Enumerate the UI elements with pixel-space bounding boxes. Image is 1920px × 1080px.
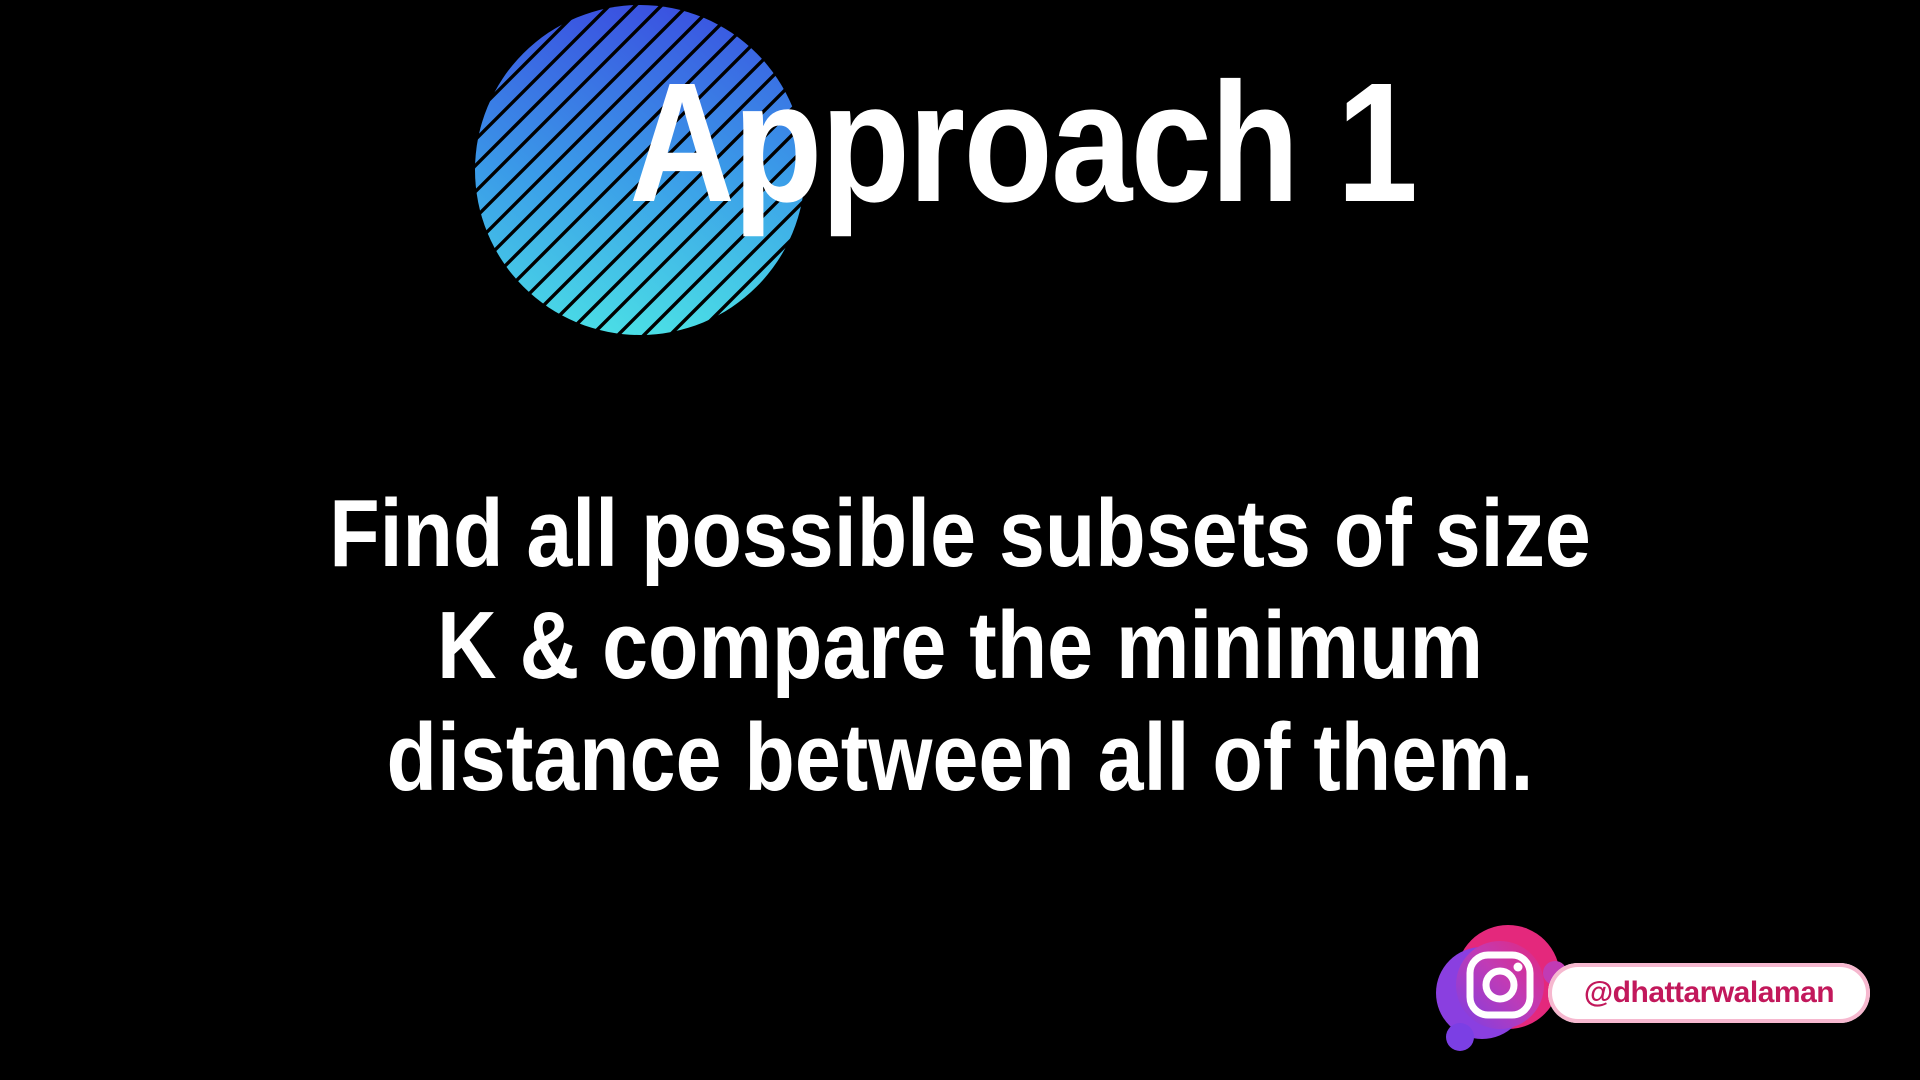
instagram-handle-pill[interactable]: @dhattarwalaman [1548, 963, 1870, 1023]
slide: Approach 1 Find all possible subsets of … [0, 0, 1920, 1080]
instagram-handle-badge[interactable]: @dhattarwalaman [1430, 915, 1890, 1055]
instagram-handle-text: @dhattarwalaman [1583, 976, 1835, 1009]
body-line: K & compare the minimum [437, 592, 1483, 699]
body-line: distance between all of them. [386, 704, 1534, 811]
body-line: Find all possible subsets of size [329, 480, 1591, 587]
slide-body-text: Find all possible subsets of size K & co… [272, 478, 1648, 814]
slide-title: Approach 1 [629, 48, 1418, 238]
